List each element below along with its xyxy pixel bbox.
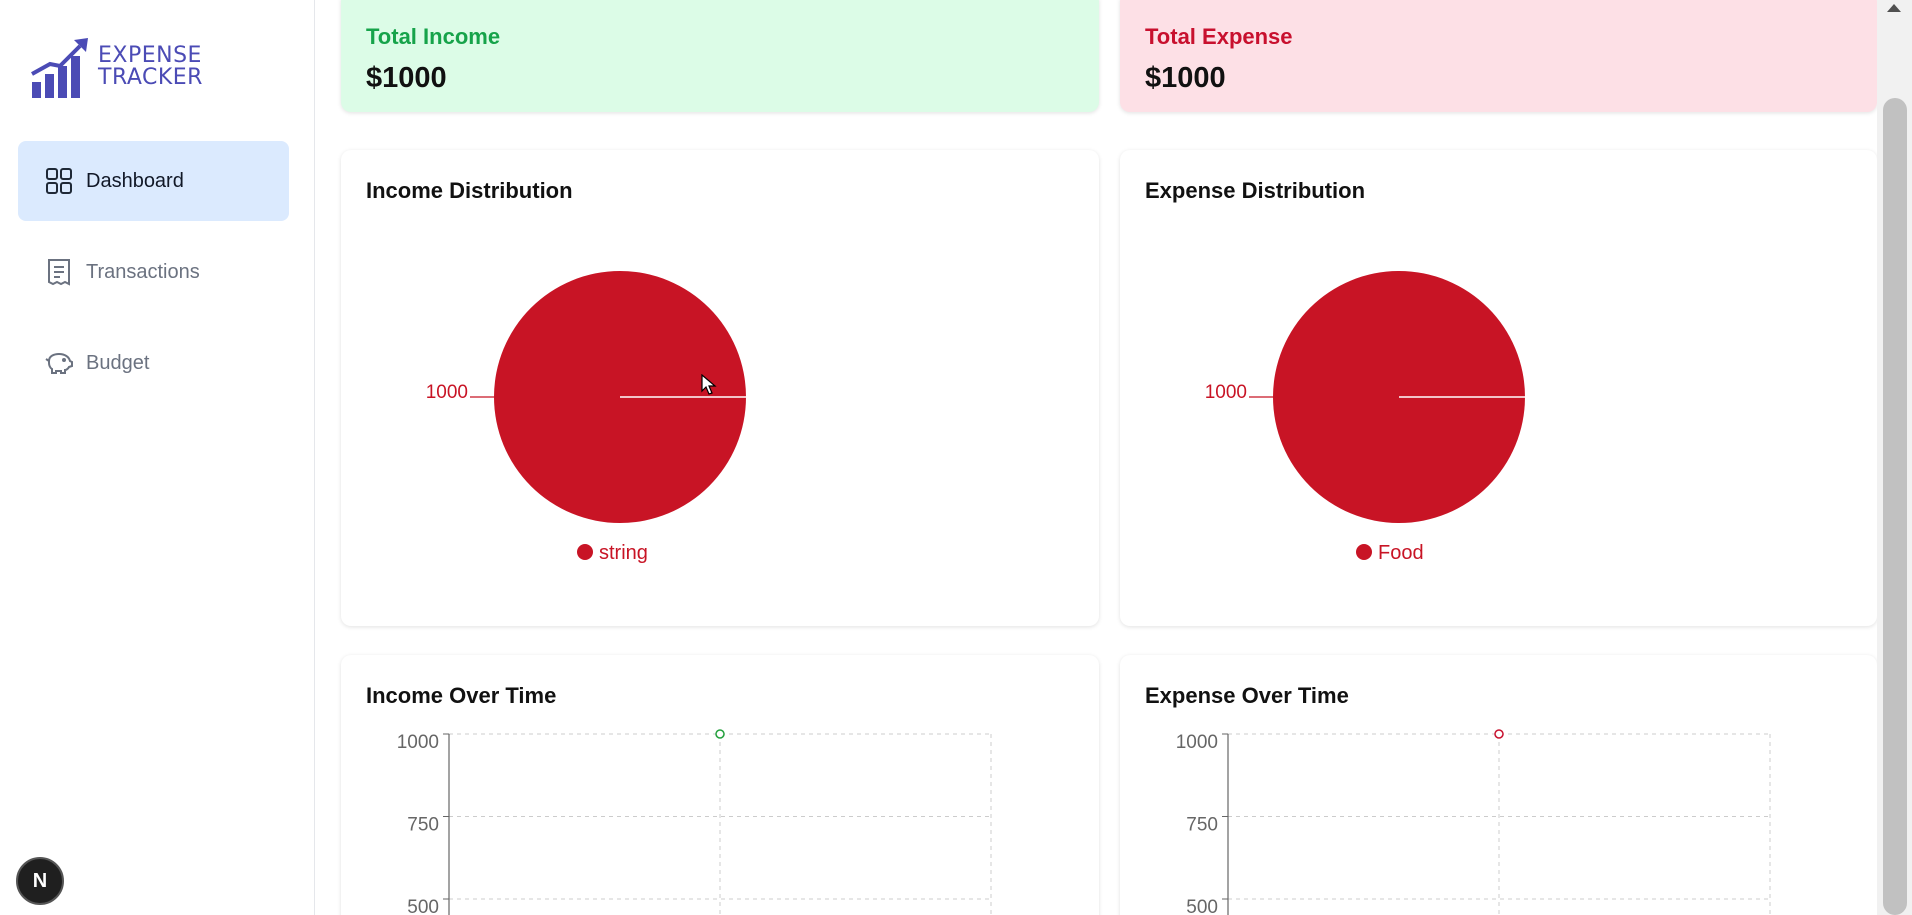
mouse-cursor-icon <box>701 374 717 395</box>
sidebar-item-dashboard[interactable]: Dashboard <box>18 141 289 221</box>
y-tick-label: 1000 <box>1176 732 1218 753</box>
pie-value-label: 1000 <box>426 382 468 403</box>
data-point[interactable] <box>715 729 725 739</box>
y-tick-label: 500 <box>407 897 439 915</box>
legend-label: Food <box>1378 542 1424 564</box>
income-over-time-card: Income Over Time 1000 750 500 <box>341 655 1099 915</box>
logo-text: EXPENSE TRACKER <box>98 45 203 89</box>
sidebar-item-budget[interactable]: Budget <box>18 323 289 403</box>
total-income-title: Total Income <box>366 24 501 49</box>
app-root: EXPENSE TRACKER Dashboard Transactions B… <box>0 0 1912 915</box>
income-pie-chart: 1000 string <box>426 271 746 564</box>
receipt-icon <box>45 258 73 286</box>
sidebar-item-label: Dashboard <box>86 169 184 192</box>
y-tick-label: 750 <box>407 815 439 836</box>
next-badge-label: N <box>32 869 48 892</box>
y-tick-label: 750 <box>1186 815 1218 836</box>
growth-chart-icon <box>31 38 88 98</box>
logo-line-1: EXPENSE <box>98 43 202 68</box>
sidebar-nav: Dashboard Transactions Budget <box>18 141 289 414</box>
scrollbar-thumb[interactable] <box>1883 98 1907 915</box>
next-dev-badge[interactable]: N <box>16 857 64 905</box>
piggy-bank-icon <box>45 349 73 377</box>
page-scrollbar[interactable] <box>1877 0 1912 915</box>
app-logo[interactable]: EXPENSE TRACKER <box>30 34 203 100</box>
expense-line-chart: 1000 750 500 <box>1176 729 1771 915</box>
total-expense-title: Total Expense <box>1145 24 1293 49</box>
sidebar: EXPENSE TRACKER Dashboard Transactions B… <box>0 0 315 915</box>
y-tick-label: 500 <box>1186 897 1218 915</box>
scroll-up-arrow-icon[interactable] <box>1887 4 1901 12</box>
legend-label: string <box>599 542 648 564</box>
legend-swatch <box>577 544 593 560</box>
total-income-value: $1000 <box>366 62 447 94</box>
total-expense-card: Total Expense $1000 <box>1120 0 1877 112</box>
pie-value-label: 1000 <box>1205 382 1247 403</box>
data-point[interactable] <box>1494 729 1504 739</box>
sidebar-item-label: Budget <box>86 351 150 374</box>
logo-line-2: TRACKER <box>98 65 203 90</box>
y-tick-label: 1000 <box>397 732 439 753</box>
sidebar-item-label: Transactions <box>86 260 200 283</box>
total-income-card: Total Income $1000 <box>341 0 1099 112</box>
income-line-chart: 1000 750 500 <box>397 729 992 915</box>
expense-pie-chart: 1000 Food <box>1205 271 1525 564</box>
dashboard-grid-icon <box>45 167 73 195</box>
sidebar-item-transactions[interactable]: Transactions <box>18 232 289 312</box>
expense-over-time-card: Expense Over Time 1000 750 500 <box>1120 655 1877 915</box>
chart-grid <box>1228 733 1771 915</box>
legend-swatch <box>1356 544 1372 560</box>
total-expense-value: $1000 <box>1145 62 1226 94</box>
expense-distribution-card: Expense Distribution 1000 Food <box>1120 150 1877 626</box>
income-distribution-card: Income Distribution 1000 string <box>341 150 1099 626</box>
chart-grid <box>449 733 992 915</box>
